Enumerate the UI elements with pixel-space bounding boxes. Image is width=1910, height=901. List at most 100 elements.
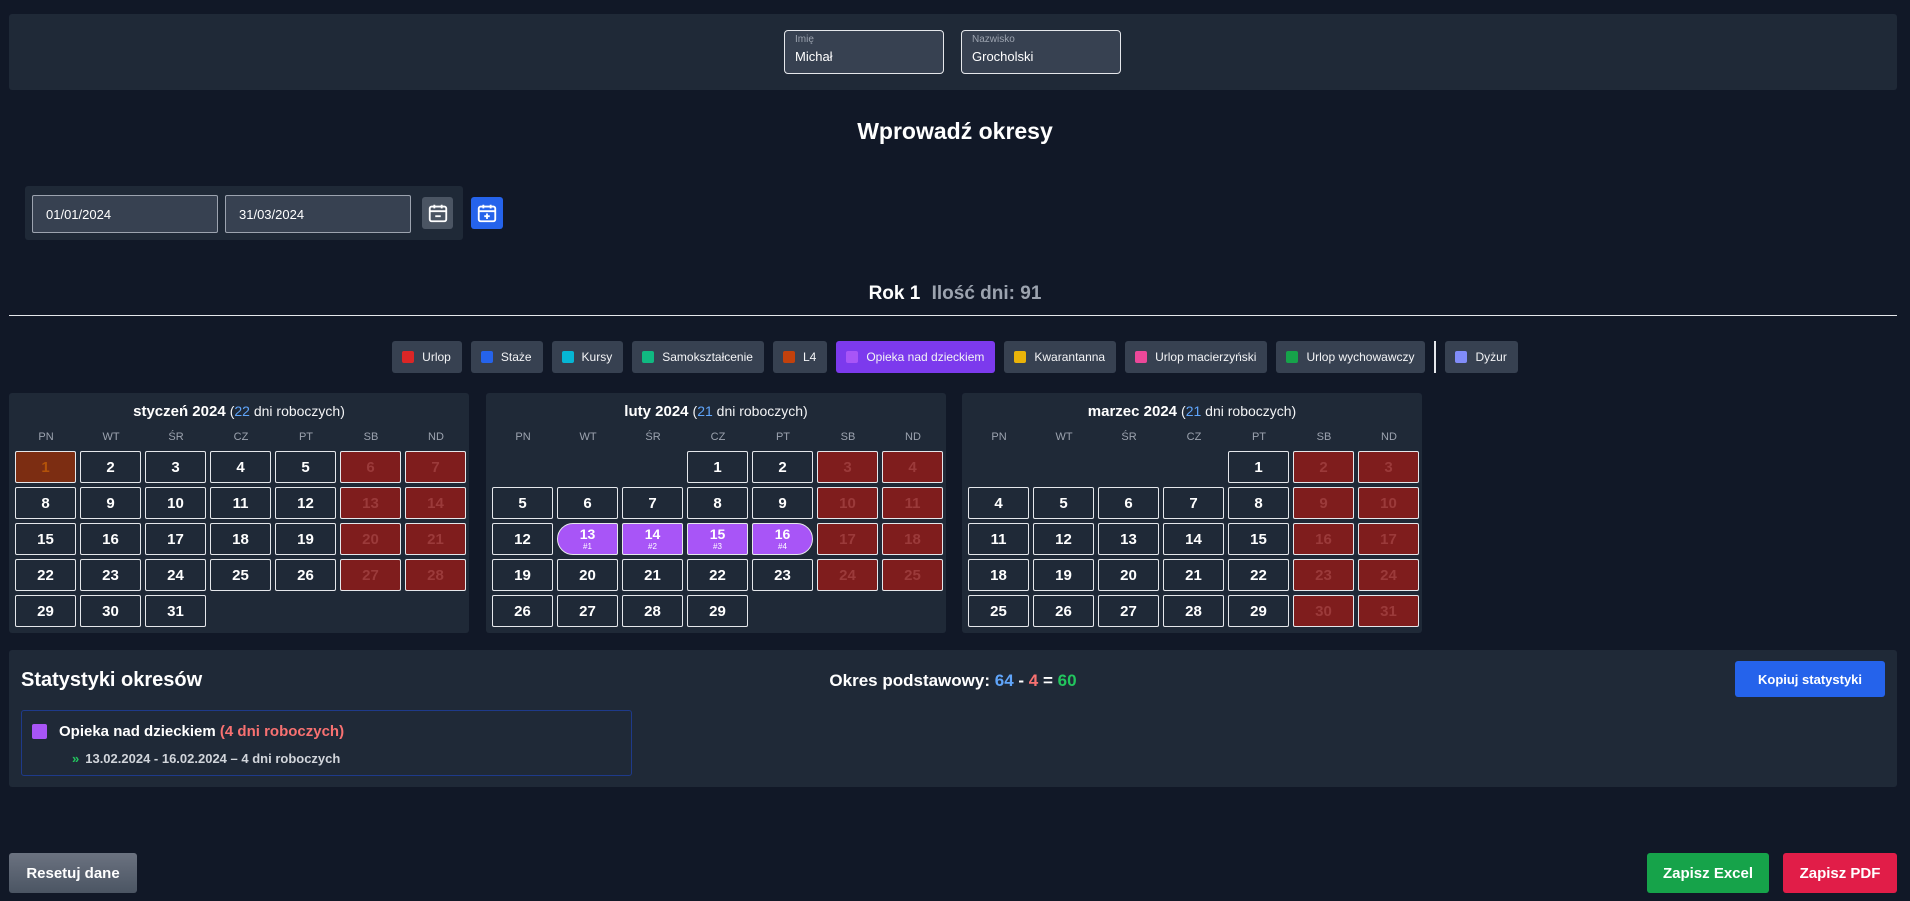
add-period-button[interactable] xyxy=(471,197,503,229)
calendar-day[interactable]: 31 xyxy=(145,595,206,627)
legend-item[interactable]: Urlop wychowawczy xyxy=(1276,341,1426,373)
period-start-input[interactable] xyxy=(32,195,218,233)
calendar-day[interactable]: 6 xyxy=(557,487,618,519)
calendar-day[interactable]: 6 xyxy=(340,451,401,483)
copy-stats-button[interactable]: Kopiuj statystyki xyxy=(1735,661,1885,697)
calendar-day[interactable]: 19 xyxy=(275,523,336,555)
calendar-day[interactable]: 10 xyxy=(817,487,878,519)
last-name-input[interactable] xyxy=(972,49,1112,64)
calendar-day[interactable]: 26 xyxy=(275,559,336,591)
calendar-day[interactable]: 20 xyxy=(1098,559,1159,591)
reset-data-button[interactable]: Resetuj dane xyxy=(9,853,137,893)
calendar-day[interactable]: 26 xyxy=(1033,595,1094,627)
legend-item[interactable]: Urlop macierzyński xyxy=(1125,341,1268,373)
calendar-day[interactable]: 24 xyxy=(145,559,206,591)
calendar-day[interactable]: 20 xyxy=(557,559,618,591)
calendar-day[interactable]: 17 xyxy=(145,523,206,555)
calendar-day[interactable]: 19 xyxy=(492,559,553,591)
calendar-day[interactable]: 29 xyxy=(1228,595,1289,627)
calendar-day[interactable]: 12 xyxy=(492,523,553,555)
calendar-day[interactable]: 13 #1 xyxy=(557,523,618,555)
calendar-day[interactable]: 15 xyxy=(15,523,76,555)
calendar-day[interactable]: 2 xyxy=(752,451,813,483)
calendar-day[interactable]: 13 xyxy=(1098,523,1159,555)
legend-item[interactable]: Urlop xyxy=(392,341,462,373)
calendar-day[interactable]: 25 xyxy=(968,595,1029,627)
calendar-day[interactable]: 12 xyxy=(1033,523,1094,555)
calendar-day[interactable]: 7 xyxy=(622,487,683,519)
calendar-day[interactable]: 16 xyxy=(80,523,141,555)
calendar-day[interactable]: 4 xyxy=(882,451,943,483)
legend-item[interactable]: Samokształcenie xyxy=(632,341,764,373)
calendar-day[interactable]: 27 xyxy=(1098,595,1159,627)
calendar-day[interactable]: 31 xyxy=(1358,595,1419,627)
first-name-field[interactable]: Imię xyxy=(784,30,944,74)
calendar-day[interactable]: 28 xyxy=(1163,595,1224,627)
calendar-day[interactable]: 5 xyxy=(492,487,553,519)
calendar-day[interactable]: 9 xyxy=(1293,487,1354,519)
calendar-day[interactable]: 5 xyxy=(275,451,336,483)
calendar-day[interactable]: 1 xyxy=(687,451,748,483)
legend-item[interactable]: Kwarantanna xyxy=(1004,341,1117,373)
legend-item[interactable]: Kursy xyxy=(551,341,624,373)
calendar-day[interactable]: 3 xyxy=(1358,451,1419,483)
remove-period-button[interactable] xyxy=(422,197,453,229)
calendar-day[interactable]: 21 xyxy=(1163,559,1224,591)
calendar-day[interactable]: 8 xyxy=(15,487,76,519)
calendar-day[interactable]: 1 xyxy=(1228,451,1289,483)
legend-item[interactable]: Opieka nad dzieckiem xyxy=(836,341,996,373)
calendar-day[interactable]: 24 xyxy=(1358,559,1419,591)
calendar-day[interactable]: 25 xyxy=(882,559,943,591)
legend-item[interactable]: L4 xyxy=(772,341,828,373)
first-name-input[interactable] xyxy=(795,49,935,64)
last-name-field[interactable]: Nazwisko xyxy=(961,30,1121,74)
calendar-day[interactable]: 18 xyxy=(968,559,1029,591)
calendar-day[interactable]: 9 xyxy=(752,487,813,519)
calendar-day[interactable]: 27 xyxy=(557,595,618,627)
calendar-day[interactable]: 4 xyxy=(968,487,1029,519)
calendar-day[interactable]: 7 xyxy=(405,451,466,483)
calendar-day[interactable]: 20 xyxy=(340,523,401,555)
calendar-day[interactable]: 10 xyxy=(145,487,206,519)
calendar-day[interactable]: 11 xyxy=(210,487,271,519)
legend-item[interactable]: Dyżur xyxy=(1445,341,1518,373)
calendar-day[interactable]: 29 xyxy=(687,595,748,627)
calendar-day[interactable]: 23 xyxy=(80,559,141,591)
calendar-day[interactable]: 12 xyxy=(275,487,336,519)
save-pdf-button[interactable]: Zapisz PDF xyxy=(1783,853,1897,893)
calendar-day[interactable]: 14 #2 xyxy=(622,523,683,555)
calendar-day[interactable]: 16 xyxy=(1293,523,1354,555)
calendar-day[interactable]: 2 xyxy=(1293,451,1354,483)
calendar-day[interactable]: 6 xyxy=(1098,487,1159,519)
calendar-day[interactable]: 17 xyxy=(1358,523,1419,555)
calendar-day[interactable]: 13 xyxy=(340,487,401,519)
calendar-day[interactable]: 16 #4 xyxy=(752,523,813,555)
calendar-day[interactable]: 4 xyxy=(210,451,271,483)
calendar-day[interactable]: 29 xyxy=(15,595,76,627)
calendar-day[interactable]: 14 xyxy=(405,487,466,519)
calendar-day[interactable]: 19 xyxy=(1033,559,1094,591)
calendar-day[interactable]: 24 xyxy=(817,559,878,591)
calendar-day[interactable]: 3 xyxy=(817,451,878,483)
calendar-day[interactable]: 3 xyxy=(145,451,206,483)
calendar-day[interactable]: 22 xyxy=(15,559,76,591)
calendar-day[interactable]: 18 xyxy=(210,523,271,555)
calendar-day[interactable]: 15 #3 xyxy=(687,523,748,555)
calendar-day[interactable]: 8 xyxy=(1228,487,1289,519)
save-excel-button[interactable]: Zapisz Excel xyxy=(1647,853,1769,893)
calendar-day[interactable]: 30 xyxy=(1293,595,1354,627)
calendar-day[interactable]: 14 xyxy=(1163,523,1224,555)
period-end-input[interactable] xyxy=(225,195,411,233)
calendar-day[interactable]: 15 xyxy=(1228,523,1289,555)
calendar-day[interactable]: 17 xyxy=(817,523,878,555)
calendar-day[interactable]: 21 xyxy=(622,559,683,591)
calendar-day[interactable]: 22 xyxy=(687,559,748,591)
calendar-day[interactable]: 2 xyxy=(80,451,141,483)
calendar-day[interactable]: 28 xyxy=(622,595,683,627)
calendar-day[interactable]: 8 xyxy=(687,487,748,519)
calendar-day[interactable]: 22 xyxy=(1228,559,1289,591)
calendar-day[interactable]: 26 xyxy=(492,595,553,627)
calendar-day[interactable]: 11 xyxy=(882,487,943,519)
calendar-day[interactable]: 23 xyxy=(1293,559,1354,591)
calendar-day[interactable]: 30 xyxy=(80,595,141,627)
